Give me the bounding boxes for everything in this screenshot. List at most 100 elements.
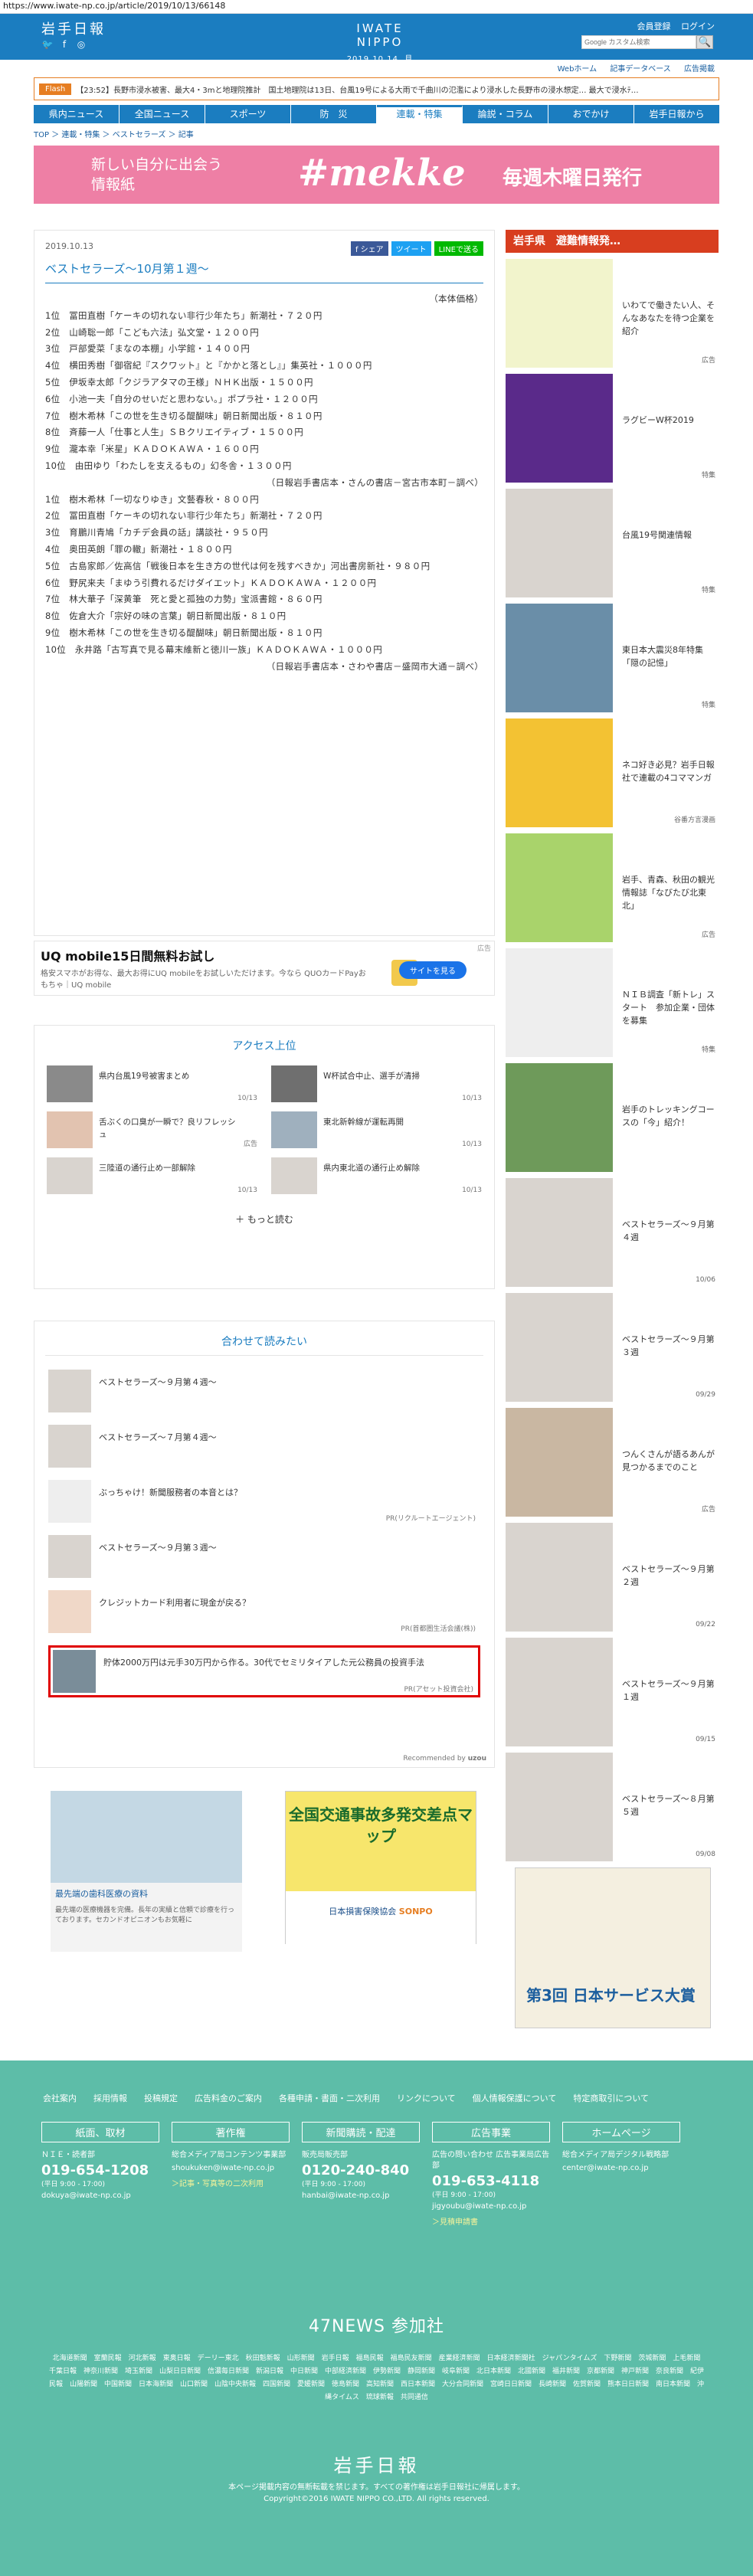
footer-link[interactable]: 投稿規定 <box>144 2093 178 2103</box>
list-item[interactable]: ベストセラーズ～７月第４週～ <box>48 1425 480 1469</box>
footer-link[interactable]: 採用情報 <box>93 2093 127 2103</box>
list-item[interactable]: W杯試合中止、選手が清掃 10/13 <box>271 1065 482 1102</box>
footer-link[interactable]: リンクについて <box>397 2093 456 2103</box>
article-line: 4位 奥田英朗「罪の轍」新潮社・１８００円 <box>45 543 232 555</box>
breadcrumb[interactable]: TOP ＞ 連載・特集 ＞ ベストセラーズ ＞ 記事 <box>34 128 719 139</box>
facebook-share-button[interactable]: f シェア <box>350 241 388 256</box>
footer-link[interactable]: 特定商取引について <box>573 2093 649 2103</box>
flash-text: 【23:52】長野市浸水被害、最大4・3mと地理院推計 国土地理院は13日、台風… <box>76 86 639 95</box>
contact-h[interactable]: ホームページ <box>562 2122 680 2142</box>
access-title: アクセス上位 <box>232 1040 296 1052</box>
web-home-link[interactable]: Webホーム <box>558 65 597 74</box>
facebook-icon[interactable]: f <box>58 38 70 51</box>
contact-h[interactable]: 広告事業 <box>432 2122 550 2142</box>
register-link[interactable]: 会員登録 <box>637 21 671 31</box>
article-title: ベストセラーズ～10月第１週～ <box>45 260 483 283</box>
list-item[interactable]: ぶっちゃけ！新聞服務者の本音とは？ PR(リクルートエージェント) <box>48 1480 480 1524</box>
contact-s: 販売局販売部 <box>302 2151 348 2159</box>
list-item[interactable]: 県内東北道の通行止め解除 10/13 <box>271 1157 482 1194</box>
nav-from-nippo[interactable]: 岩手日報から <box>634 105 719 123</box>
sonpo-ad[interactable]: 全国交通事故多発交差点マップ 日本損害保険協会 SONPO <box>285 1791 476 1945</box>
line-share-button[interactable]: LINEで送る <box>434 241 483 256</box>
sidebar-item[interactable]: つんくさんが語るあんが見つかるまでのこと 広告 <box>506 1408 719 1517</box>
sidebar-item[interactable]: ＮＩＢ調査「新トレ」スタート 参加企業・団体を募集 特集 <box>506 948 719 1057</box>
ad-cta-button[interactable]: サイトを見る <box>399 961 467 979</box>
list-item[interactable]: 東北新幹線が運転再開 10/13 <box>271 1111 482 1148</box>
ad-link[interactable]: 広告掲載 <box>684 65 715 74</box>
mekke-banner[interactable]: 新しい自分に出会う 情報紙 #mekke 毎週木曜日発行 <box>34 146 719 204</box>
sidebar-item[interactable]: いわてで働きたい人、そんなあなたを待つ企業を紹介 広告 <box>506 259 719 368</box>
login-link[interactable]: ログイン <box>681 21 715 31</box>
highlighted-list-item[interactable]: 貯体2000万円は元手30万円から作る。30代でセミリタイアした元公務員の投資手… <box>48 1645 480 1697</box>
list-item[interactable]: 三陸道の通行止め一部解除 10/13 <box>47 1157 257 1194</box>
thumbnail <box>271 1065 317 1102</box>
contact-ml[interactable]: hanbai@iwate-np.co.jp <box>302 2191 420 2200</box>
contact-ml[interactable]: jigyoubu@iwate-np.co.jp <box>432 2202 550 2211</box>
contact-ml[interactable]: center@iwate-np.co.jp <box>562 2164 680 2172</box>
nav-sports[interactable]: スポーツ <box>205 105 291 123</box>
contact-column: 広告事業 広告の問い合わせ 広告事業局広告部 019-653-4118 (平日 9:0… <box>432 2122 550 2227</box>
footer-link[interactable]: 個人情報保護について <box>473 2093 557 2103</box>
sidebar-item[interactable]: ベストセラーズ～９月第４週 10/06 <box>506 1178 719 1287</box>
contact-h[interactable]: 著作権 <box>172 2122 290 2142</box>
footer-logo[interactable]: 岩手日報 <box>0 2450 753 2477</box>
footer-link[interactable]: 各種申請・書面・二次利用 <box>279 2093 380 2103</box>
related-articles: 合わせて読みたい ベストセラーズ～９月第４週～ ベストセラーズ～７月第４週～ ぶ… <box>34 1321 495 1768</box>
sidebar-item[interactable]: ネコ好き必見？岩手日報社で連載の4コママンガ 谷番方言漫画 <box>506 718 719 827</box>
sidebar-item[interactable]: ベストセラーズ～９月第２週 09/22 <box>506 1523 719 1632</box>
sidebar-item[interactable]: 東日本大震災8年特集「隠の記憶」 特集 <box>506 604 719 712</box>
site-logo[interactable]: 岩手日報 <box>41 18 106 38</box>
instagram-icon[interactable]: ◎ <box>75 38 87 51</box>
footer-link[interactable]: 会社案内 <box>43 2093 77 2103</box>
contact-lk[interactable]: ＞見積申請書 <box>432 2215 550 2227</box>
contact-ml[interactable]: shoukuken@iwate-np.co.jp <box>172 2164 290 2172</box>
list-item[interactable]: 舌ぶくの口臭が一瞬で？良リフレッシュ 広告 <box>47 1111 257 1148</box>
list-item[interactable]: ベストセラーズ～９月第４週～ <box>48 1370 480 1414</box>
uq-mobile-ad[interactable]: 広告 UQ mobile15日間無料お試し 格安スマホがお得な、最大お得にUQ … <box>34 941 495 996</box>
flash-news[interactable]: Flash 【23:52】長野市浸水被害、最大4・3mと地理院推計 国土地理院は… <box>34 77 719 100</box>
article-line: （日報岩手書店本・さわや書店－盛岡市大通－調べ） <box>266 660 483 672</box>
sidebar-item[interactable]: 岩手、青森、秋田の観光情報誌「なびたび北東北」 広告 <box>506 833 719 942</box>
nav-prefecture[interactable]: 県内ニュース <box>34 105 119 123</box>
flash-tag: Flash <box>39 83 72 95</box>
sidebar-item[interactable]: 台風19号関連情報 特集 <box>506 489 719 597</box>
article-line: 8位 佐倉大介「宗好の味の言葉」朝日新聞出版・８１０円 <box>45 610 286 622</box>
sidebar-item[interactable]: ベストセラーズ～８月第５週 09/08 <box>506 1753 719 1861</box>
sidebar-item[interactable]: ベストセラーズ～９月第３週 09/29 <box>506 1293 719 1402</box>
sidebar-item[interactable]: ラグビーW杯2019 特集 <box>506 374 719 483</box>
sidebar: 岩手県 避難情報発… いわてで働きたい人、そんなあなたを待つ企業を紹介 広告 ラグ… <box>506 230 719 1861</box>
twitter-icon[interactable]: 🐦 <box>41 38 54 51</box>
search-button[interactable]: 🔍 <box>696 35 713 49</box>
article-line: 6位 小池一夫「自分のせいだと思わない。」ポプラ社・１２００円 <box>45 393 318 404</box>
article-line: 7位 林大華子「深黄筆 死と愛と孤独の力勢」宝派書館・８６０円 <box>45 594 322 605</box>
dental-ad[interactable]: 最先端の歯科医療の資料 最先端の医療機器を完備。長年の実績と信頼で診療を行ってお… <box>51 1791 242 1952</box>
nav-series[interactable]: 連載・特集 <box>377 105 463 123</box>
more-link[interactable]: ＋ もっと読む <box>34 1213 494 1226</box>
contact-ml[interactable]: dokuya@iwate-np.co.jp <box>41 2191 159 2200</box>
center-logo[interactable]: IWATE NIPPO 2019.10.14. 月 <box>337 21 423 64</box>
nav-outing[interactable]: おでかけ <box>548 105 634 123</box>
evacuation-header[interactable]: 岩手県 避難情報発… <box>506 230 719 253</box>
search-input[interactable] <box>581 35 696 49</box>
list-item[interactable]: クレジットカード利用者に現金が戻る？ PR(首都圏生活会議(株)) <box>48 1590 480 1635</box>
contact-ph: 019-653-4118 <box>432 2173 540 2189</box>
contact-h[interactable]: 新聞購読・配達 <box>302 2122 420 2142</box>
news-db-link[interactable]: 記事データベース <box>610 65 671 74</box>
service-award-ad[interactable]: 第3回 日本サービス大賞 <box>515 1867 711 2028</box>
nav-national[interactable]: 全国ニュース <box>119 105 205 123</box>
footer-link[interactable]: 広告料金のご案内 <box>195 2093 262 2103</box>
contact-lk[interactable]: ＞記事・写真等の二次利用 <box>172 2177 290 2188</box>
nav-editorial[interactable]: 論説・コラム <box>463 105 548 123</box>
sidebar-item[interactable]: 岩手のトレッキングコースの「今」紹介！ <box>506 1063 719 1172</box>
sidebar-item[interactable]: ベストセラーズ～９月第１週 09/15 <box>506 1638 719 1746</box>
thumbnail <box>48 1590 91 1633</box>
article-line: 6位 野尻来夫「まゆう引費れるだけダイエット」ＫＡＤＯＫＡＷＡ・１２００円 <box>45 577 377 588</box>
article-line: （本体価格） <box>429 293 483 304</box>
list-item[interactable]: ベストセラーズ～９月第３週～ <box>48 1535 480 1579</box>
contact-h[interactable]: 紙面、取材 <box>41 2122 159 2142</box>
nav-disaster[interactable]: 防 災 <box>291 105 377 123</box>
banner-brand: #mekke <box>298 152 466 195</box>
url-bar[interactable]: https://www.iwate-np.co.jp/article/2019/… <box>0 0 753 14</box>
tweet-button[interactable]: ツイート <box>391 241 431 256</box>
list-item[interactable]: 県内台風19号被害まとめ 10/13 <box>47 1065 257 1102</box>
